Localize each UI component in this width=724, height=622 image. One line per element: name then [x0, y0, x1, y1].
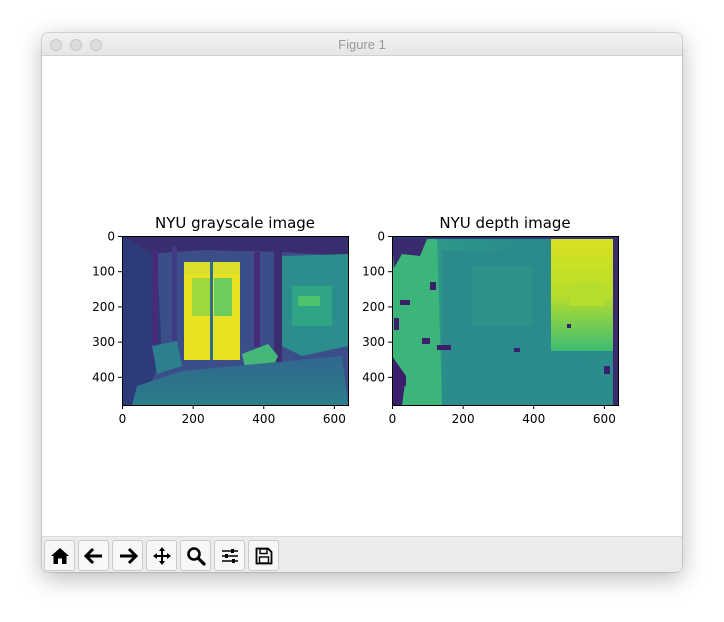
- title-bar[interactable]: Figure 1: [42, 33, 682, 56]
- configure-subplots-button[interactable]: [214, 540, 245, 571]
- y-tick-label: 300: [362, 335, 385, 349]
- y-tick-label: 100: [362, 265, 385, 279]
- y-tick-label: 400: [362, 370, 385, 384]
- x-tick-label: 400: [522, 412, 545, 426]
- forward-button[interactable]: [112, 540, 143, 571]
- pan-button[interactable]: [146, 540, 177, 571]
- home-button[interactable]: [44, 540, 75, 571]
- home-icon: [50, 547, 69, 564]
- zoom-icon: [186, 546, 206, 566]
- window-title: Figure 1: [338, 37, 386, 52]
- navigation-toolbar: [42, 536, 682, 572]
- y-tick-label: 200: [92, 300, 115, 314]
- back-button[interactable]: [78, 540, 109, 571]
- grayscale-subplot: NYU grayscale image: [122, 214, 349, 406]
- depth-subplot: NYU depth image: [392, 214, 619, 406]
- x-tick-label: 600: [323, 412, 346, 426]
- grayscale-subplot-title: NYU grayscale image: [155, 214, 315, 232]
- x-tick-label: 0: [119, 412, 127, 426]
- x-tick-label: 600: [593, 412, 616, 426]
- y-tick-label: 0: [377, 230, 385, 244]
- figure-canvas[interactable]: NYU grayscale image NYU depth image 0 20…: [42, 56, 682, 536]
- back-arrow-icon: [83, 547, 102, 564]
- pan-icon: [152, 546, 171, 565]
- save-button[interactable]: [248, 540, 279, 571]
- figure-window: Figure 1 NYU grayscale image NYU depth i…: [42, 33, 682, 572]
- x-tick-label: 200: [182, 412, 205, 426]
- y-tick-label: 0: [107, 230, 115, 244]
- depth-image: [392, 236, 618, 405]
- configure-subplots-icon: [221, 548, 238, 563]
- forward-arrow-icon: [119, 547, 138, 564]
- x-tick-label: 200: [452, 412, 475, 426]
- y-tick-label: 200: [362, 300, 385, 314]
- zoom-button[interactable]: [180, 540, 211, 571]
- x-tick-label: 400: [252, 412, 275, 426]
- save-icon: [255, 547, 272, 564]
- depth-subplot-title: NYU depth image: [439, 214, 570, 232]
- y-tick-label: 100: [92, 265, 115, 279]
- x-tick-label: 0: [389, 412, 397, 426]
- y-tick-label: 300: [92, 335, 115, 349]
- y-tick-label: 400: [92, 370, 115, 384]
- grayscale-image: [122, 236, 348, 405]
